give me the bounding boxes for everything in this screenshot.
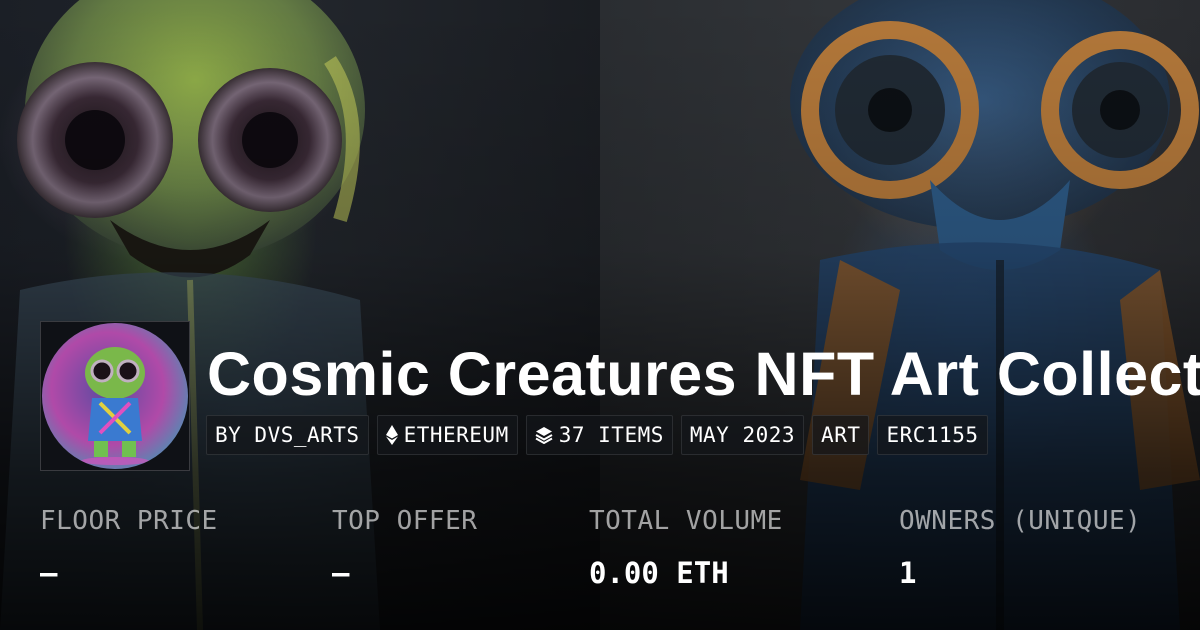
tag-label: ERC1155 (886, 423, 979, 447)
stat-value: 0.00 ETH (589, 556, 729, 590)
tag-label: BY DVS_ARTS (215, 423, 360, 447)
tag-label: MAY 2023 (689, 423, 796, 447)
stat-value: 1 (899, 556, 917, 590)
stat-owners: OWNERS (UNIQUE) 1 (899, 503, 1141, 591)
tag-chain[interactable]: ETHEREUM (376, 415, 518, 455)
tag-label: ETHEREUM (403, 423, 509, 447)
tag-label: 37 ITEMS (558, 423, 664, 447)
tag-creator[interactable]: BY DVS_ARTS (206, 415, 369, 455)
tag-date: MAY 2023 (680, 415, 805, 455)
collection-preview-card: Cosmic Creatures NFT Art Collection BY D… (0, 0, 1200, 630)
collection-tags: BY DVS_ARTS ETHEREUM 37 ITEMS MAY 2023 A… (206, 415, 988, 455)
tag-label: ART (821, 423, 861, 447)
stat-label: TOTAL VOLUME (589, 506, 783, 536)
collection-title: Cosmic Creatures NFT Art Collection (207, 340, 1200, 408)
avatar-image (42, 323, 188, 469)
tag-standard: ERC1155 (877, 415, 988, 455)
stat-total-volume: TOTAL VOLUME 0.00 ETH (589, 503, 783, 591)
stat-label: TOP OFFER (332, 506, 478, 536)
stat-floor-price: FLOOR PRICE – (40, 503, 218, 591)
stat-label: OWNERS (UNIQUE) (899, 506, 1142, 536)
stat-label: FLOOR PRICE (40, 506, 218, 536)
collection-avatar (40, 321, 190, 471)
stat-value: – (40, 556, 58, 590)
ethereum-icon (385, 425, 398, 445)
stat-value: – (332, 556, 350, 590)
stat-top-offer: TOP OFFER – (332, 503, 477, 591)
tag-category[interactable]: ART (812, 415, 870, 455)
layers-icon (535, 426, 553, 444)
tag-items[interactable]: 37 ITEMS (525, 415, 673, 455)
